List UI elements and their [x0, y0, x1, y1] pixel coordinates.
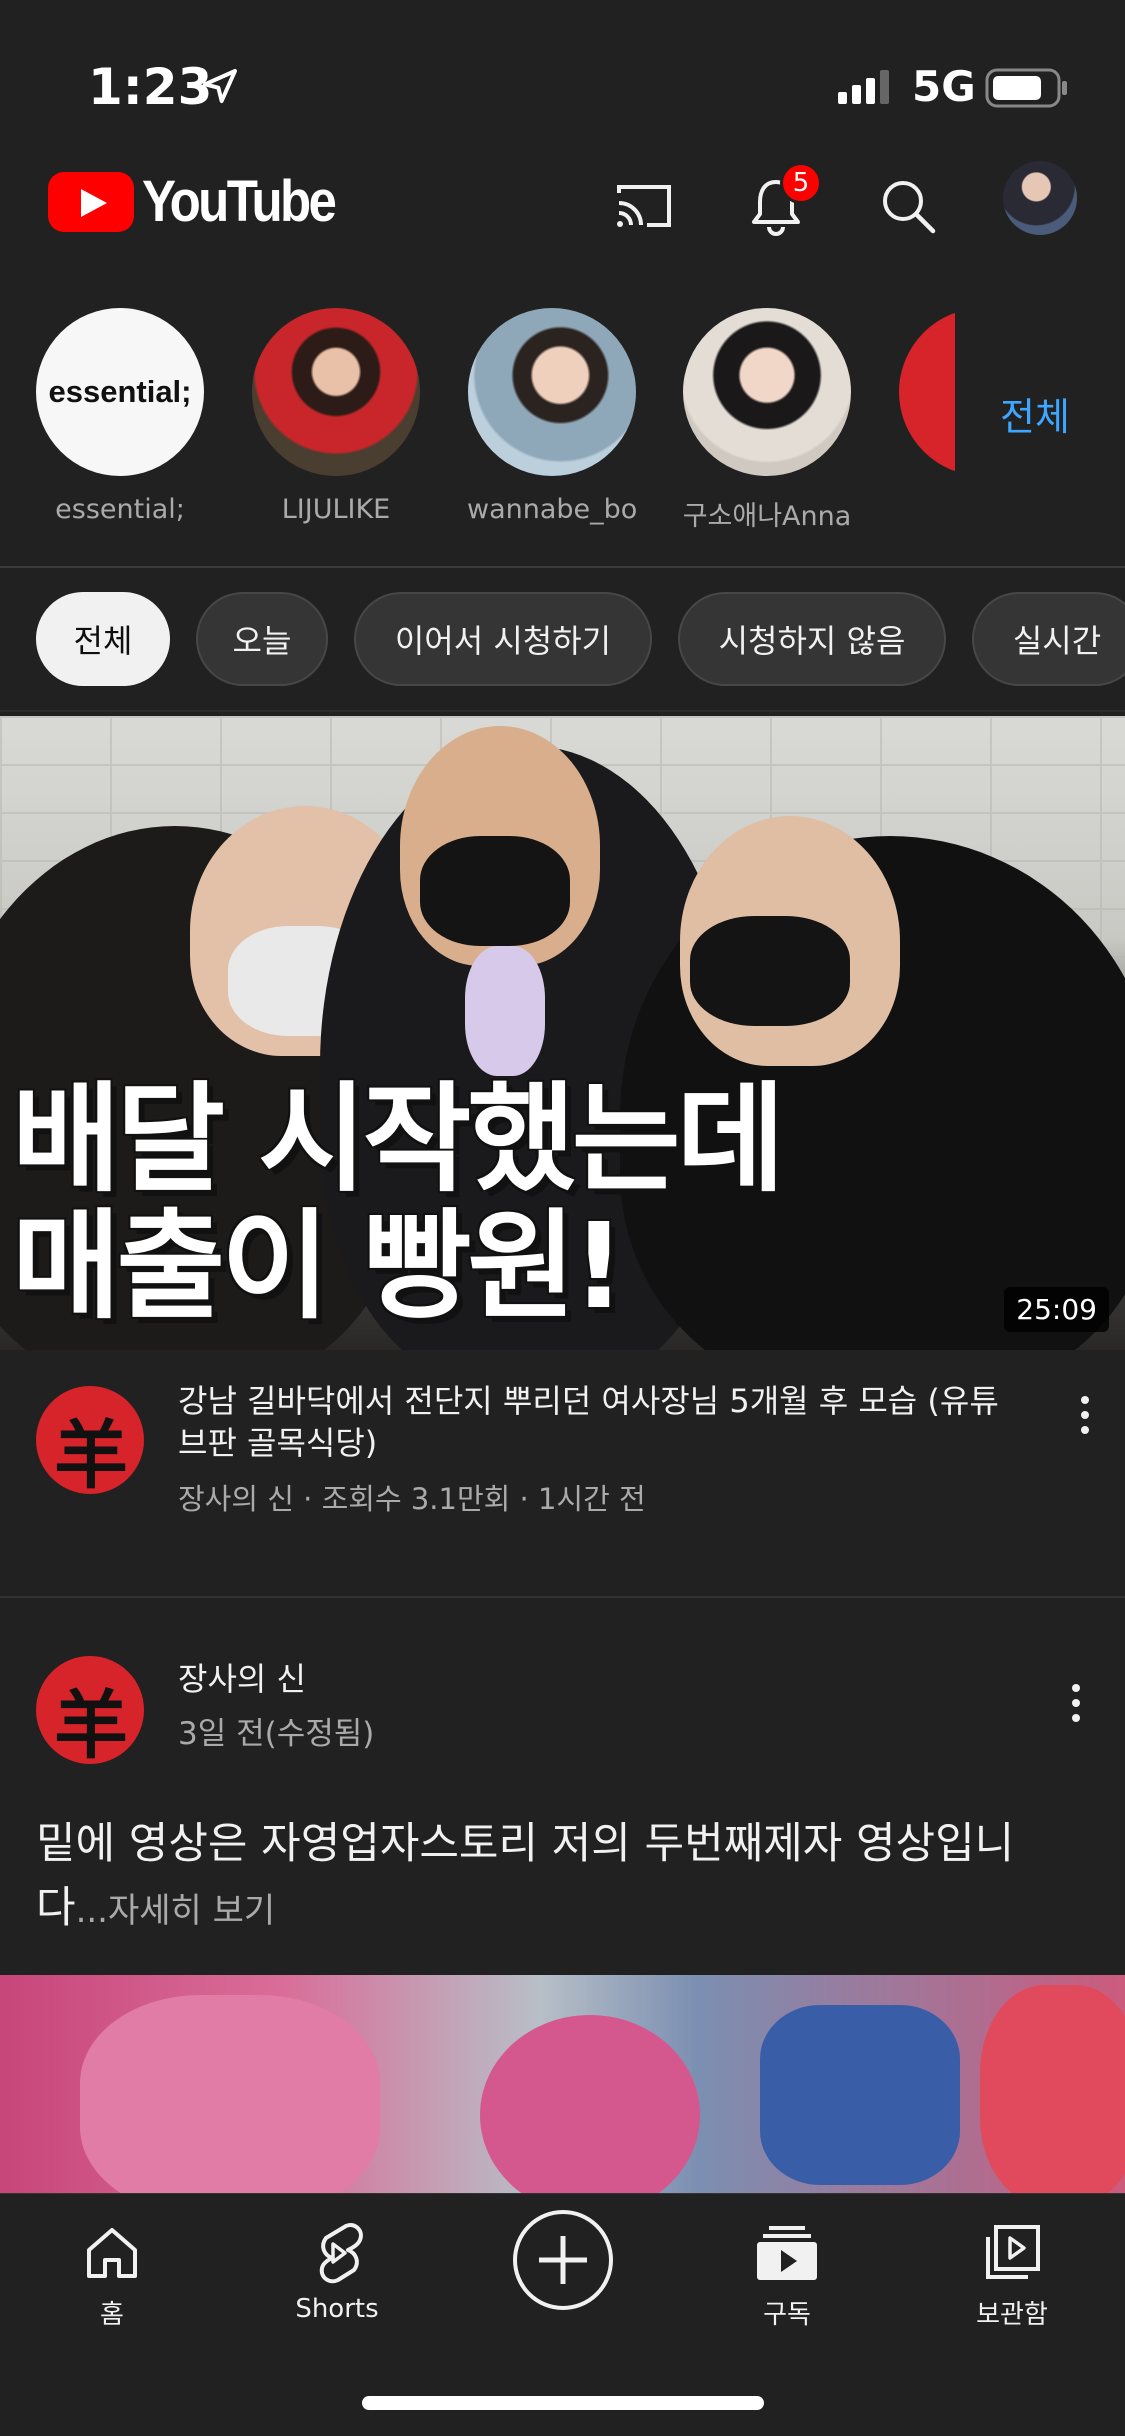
cast-icon[interactable]: [606, 168, 682, 244]
chip-unwatched[interactable]: 시청하지 않음: [678, 592, 946, 686]
channel-name: 구소애나Anna: [682, 501, 852, 532]
video-thumbnail[interactable]: 배달 시작했는데 매출이 빵원! 25:09: [0, 716, 1125, 1350]
thumbnail-mask: [420, 836, 570, 946]
location-arrow-icon: [200, 66, 240, 110]
channel-avatar[interactable]: 羊: [36, 1386, 144, 1494]
nav-label: 구독: [763, 2300, 811, 2330]
subscriptions-icon: [707, 2218, 867, 2288]
divider: [0, 1596, 1125, 1598]
post-video-preview[interactable]: [0, 1975, 1125, 2193]
channel-logo-glyph: 羊: [54, 1683, 128, 1764]
nav-label: 보관함: [976, 2300, 1048, 2330]
app-header: YouTube 5: [0, 150, 1125, 260]
video-title[interactable]: 강남 길바닥에서 전단지 뿌리던 여사장님 5개월 후 모습 (유튜브판 골목식…: [178, 1380, 1018, 1464]
preview-shape: [80, 1995, 380, 2193]
subscription-channel[interactable]: 구소애나Anna: [682, 308, 852, 533]
battery-icon: [985, 68, 1069, 112]
shorts-icon: [257, 2218, 417, 2288]
create-button[interactable]: [513, 2210, 613, 2310]
search-icon[interactable]: [870, 168, 946, 244]
notifications-button[interactable]: 5: [738, 162, 822, 244]
account-avatar[interactable]: [1003, 161, 1077, 235]
subscription-channel[interactable]: essential; essential;: [35, 308, 205, 525]
preview-shape: [980, 1985, 1125, 2193]
youtube-play-icon: [48, 171, 134, 232]
chip-all[interactable]: 전체: [36, 592, 170, 686]
channel-logo-glyph: 羊: [54, 1413, 128, 1494]
channel-logo-text: essential;: [48, 374, 192, 409]
channel-name: essential;: [55, 494, 185, 525]
all-subscriptions-link[interactable]: 전체: [1000, 386, 1070, 441]
channel-avatar: [683, 308, 851, 476]
cellular-signal-icon: [838, 70, 898, 108]
nav-subscriptions[interactable]: 구독: [707, 2218, 867, 2331]
video-more-options-icon[interactable]: [1075, 1396, 1095, 1434]
read-more-link[interactable]: ...자세히 보기: [76, 1891, 276, 1931]
nav-label: Shorts: [295, 2294, 379, 2324]
post-text[interactable]: 밑에 영상은 자영업자스토리 저의 두번째제자 영상입니다...자세히 보기: [36, 1812, 1076, 1943]
home-icon: [32, 2218, 192, 2288]
post-channel-name[interactable]: 장사의 신: [178, 1654, 306, 1700]
nav-library[interactable]: 보관함: [932, 2218, 1092, 2331]
video-metadata: 장사의 신 · 조회수 3.1만회 · 1시간 전: [178, 1482, 646, 1516]
video-duration: 25:09: [1004, 1287, 1109, 1332]
channel-name: wannabe_bo...: [467, 494, 637, 525]
library-icon: [932, 2218, 1092, 2288]
brand-wordmark: YouTube: [142, 169, 337, 234]
subscription-channel[interactable]: LIJULIKE: [251, 308, 421, 525]
post-more-options-icon[interactable]: [1066, 1684, 1086, 1722]
preview-shape: [760, 2005, 960, 2185]
channel-avatar: [468, 308, 636, 476]
preview-shape: [480, 2015, 700, 2193]
video-info: 羊 강남 길바닥에서 전단지 뿌리던 여사장님 5개월 후 모습 (유튜브판 골…: [0, 1380, 1125, 1540]
channel-avatar[interactable]: 羊: [36, 1656, 144, 1764]
thumbnail-caption-line: 매출이 빵원!: [12, 1197, 626, 1336]
thumbnail-mask: [690, 916, 850, 1026]
status-bar: 1:23 5G: [0, 0, 1125, 150]
plus-icon: [539, 2236, 587, 2284]
subscription-channel[interactable]: wannabe_bo...: [467, 308, 637, 525]
nav-home[interactable]: 홈: [32, 2218, 192, 2331]
network-type: 5G: [912, 62, 976, 111]
chip-continue-watching[interactable]: 이어서 시청하기: [354, 592, 652, 686]
nav-shorts[interactable]: Shorts: [257, 2218, 417, 2324]
notification-badge: 5: [780, 162, 822, 204]
subscriptions-carousel: essential; essential; LIJULIKE wannabe_b…: [0, 300, 1125, 540]
community-post-header: 羊 장사의 신 3일 전(수정됨): [0, 1650, 1125, 1770]
chip-today[interactable]: 오늘: [196, 592, 328, 686]
status-time: 1:23: [88, 58, 213, 116]
channel-name: LIJULIKE: [281, 494, 391, 525]
channel-avatar: essential;: [36, 308, 204, 476]
post-timestamp: 3일 전(수정됨): [178, 1716, 375, 1752]
youtube-logo[interactable]: YouTube: [48, 168, 360, 235]
thumbnail-microphone: [465, 946, 545, 1076]
nav-label: 홈: [100, 2300, 124, 2330]
thumbnail-caption-line: 배달 시작했는데: [12, 1070, 785, 1208]
chip-live[interactable]: 실시간: [972, 592, 1125, 686]
divider: [0, 566, 1125, 568]
channel-avatar: [252, 308, 420, 476]
home-indicator[interactable]: [362, 2396, 764, 2410]
divider: [0, 710, 1125, 712]
thumbnail-caption: 배달 시작했는데 매출이 빵원!: [12, 1070, 785, 1336]
